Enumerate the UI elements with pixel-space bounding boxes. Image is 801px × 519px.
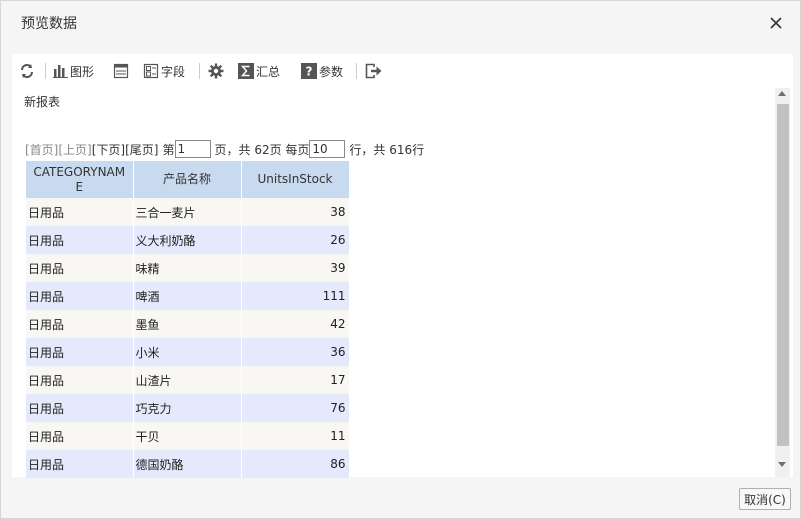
table-row[interactable]: 日用品 德国奶酪 86 [26,450,350,478]
gear-icon [208,63,224,79]
svg-text:?: ? [306,65,313,79]
table-row[interactable]: 日用品 巧克力 76 [26,394,350,422]
cancel-button[interactable]: 取消(C) [739,488,791,510]
table-row[interactable]: 日用品 墨鱼 42 [26,310,350,338]
chart-button[interactable]: 图形 [53,62,94,80]
refresh-button[interactable] [19,62,35,80]
category-cell: 日用品 [26,198,134,226]
units-in-stock-cell: 111 [241,282,350,310]
column-header-units-in-stock[interactable]: UnitsInStock [241,161,350,198]
column-header-product-name[interactable]: 产品名称 [133,161,242,198]
units-in-stock-cell: 36 [241,338,350,366]
params-button-label: 参数 [319,64,344,79]
dialog-title: 预览数据 [21,16,77,32]
units-in-stock-cell: 17 [241,366,350,394]
units-in-stock-cell: 76 [241,394,350,422]
fields-button-label: 字段 [161,64,186,79]
scrollbar-thumb[interactable] [777,104,789,446]
product-name-cell: 德国奶酪 [133,450,242,478]
pager: [首页] [上页] [下页] [尾页] 第 页，共 62页 每页 行，共 616… [25,140,424,158]
current-page-input[interactable] [174,140,211,158]
exit-button[interactable] [365,62,382,80]
units-in-stock-cell: 42 [241,310,350,338]
units-in-stock-cell: 39 [241,254,350,282]
summary-button[interactable]: 汇总 [238,62,280,80]
product-name-cell: 巧克力 [133,394,242,422]
total-pages-text: 页，共 62页 每页 [214,142,310,157]
product-name-cell: 味精 [133,254,242,282]
category-cell: 日用品 [26,394,134,422]
category-cell: 日用品 [26,450,134,478]
sigma-icon [238,63,254,79]
category-cell: 日用品 [26,282,134,310]
toolbar-separator [356,63,357,79]
category-cell: 日用品 [26,226,134,254]
report-title: 新报表 [24,95,61,109]
product-name-cell: 义大利奶酪 [133,226,242,254]
scroll-up-arrow-icon[interactable] [778,91,786,96]
page-prefix-text: 第 [162,142,175,157]
toolbar-separator [45,63,46,79]
table-header-row: CATEGORYNAME 产品名称 UnitsInStock [26,161,350,198]
title-bar: 预览数据 [1,1,800,43]
summary-button-label: 汇总 [256,64,281,79]
layout-button[interactable] [113,62,129,80]
category-cell: 日用品 [26,366,134,394]
next-page-link[interactable]: [下页] [92,141,125,158]
toolbar-separator [199,63,200,79]
bar-chart-icon [53,65,68,78]
last-page-link[interactable]: [尾页] [125,141,158,158]
table-row[interactable]: 日用品 三合一麦片 38 [26,198,350,226]
first-page-link[interactable]: [首页] [25,141,58,158]
close-icon[interactable] [766,13,786,33]
product-name-cell: 墨鱼 [133,310,242,338]
vertical-scrollbar[interactable] [775,88,790,477]
content-panel: 图形 字段 汇总 ? 参数 新报表 [首页] [上页] [下页] [尾页] 第 … [12,54,793,478]
fields-button[interactable]: 字段 [143,62,185,80]
product-name-cell: 小米 [133,338,242,366]
product-name-cell: 啤酒 [133,282,242,310]
table-row[interactable]: 日用品 味精 39 [26,254,350,282]
scroll-down-arrow-icon[interactable] [778,462,786,467]
question-icon: ? [301,63,317,79]
category-cell: 日用品 [26,422,134,450]
category-cell: 日用品 [26,338,134,366]
category-cell: 日用品 [26,254,134,282]
units-in-stock-cell: 86 [241,450,350,478]
category-cell: 日用品 [26,310,134,338]
table-row[interactable]: 日用品 山渣片 17 [26,366,350,394]
refresh-icon [21,64,33,78]
preview-dialog: 预览数据 图形 字段 汇总 ? 参数 新报表 [首页] [上页] [下页] [尾… [0,0,801,519]
units-in-stock-cell: 11 [241,422,350,450]
toolbar: 图形 字段 汇总 ? 参数 [12,54,793,87]
column-header-categoryname[interactable]: CATEGORYNAME [26,161,134,198]
product-name-cell: 三合一麦片 [133,198,242,226]
page-size-input[interactable] [309,140,346,158]
total-rows-text: 行，共 616行 [349,142,425,157]
units-in-stock-cell: 38 [241,198,350,226]
settings-button[interactable] [208,62,224,80]
layout-icon [113,63,129,79]
chart-button-label: 图形 [70,64,95,79]
table-row[interactable]: 日用品 义大利奶酪 26 [26,226,350,254]
data-table: CATEGORYNAME 产品名称 UnitsInStock 日用品 三合一麦片… [26,161,350,478]
fields-icon [143,63,159,79]
prev-page-link[interactable]: [上页] [58,141,91,158]
exit-icon [365,63,382,79]
table-row[interactable]: 日用品 小米 36 [26,338,350,366]
units-in-stock-cell: 26 [241,226,350,254]
product-name-cell: 山渣片 [133,366,242,394]
product-name-cell: 干贝 [133,422,242,450]
table-row[interactable]: 日用品 啤酒 111 [26,282,350,310]
params-button[interactable]: ? 参数 [301,62,343,80]
table-row[interactable]: 日用品 干贝 11 [26,422,350,450]
